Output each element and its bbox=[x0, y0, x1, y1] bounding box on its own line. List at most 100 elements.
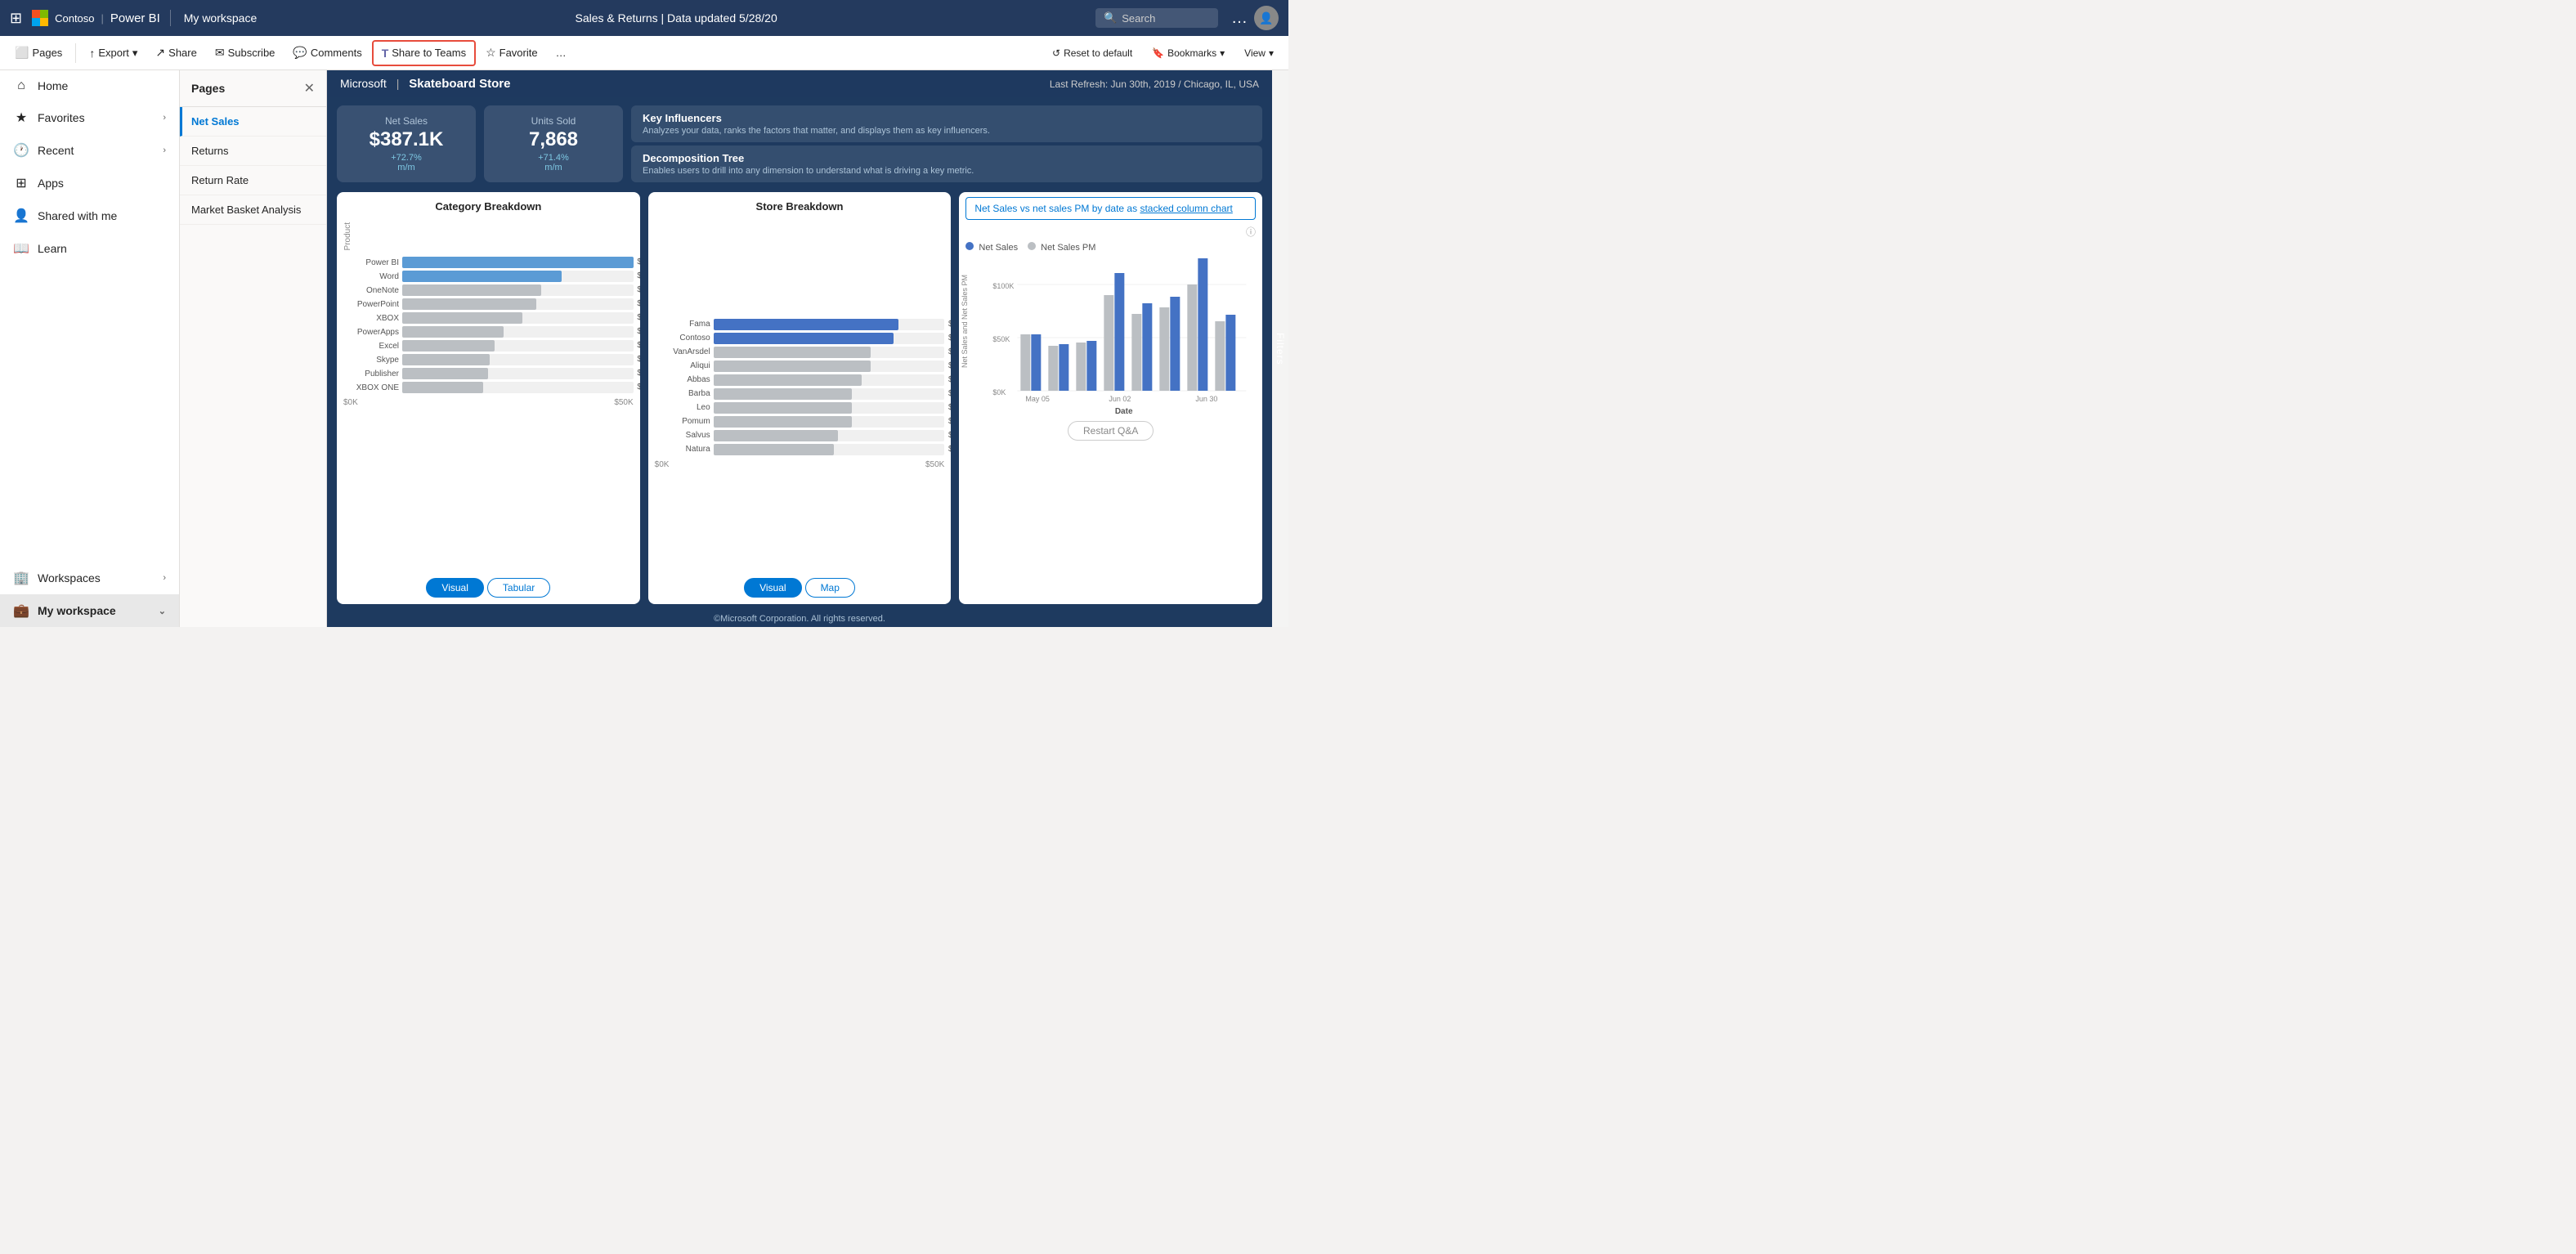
bar-outer-powerpoint: $30K bbox=[402, 298, 634, 310]
qa-chart-card: Net Sales vs net sales PM by date as sta… bbox=[959, 192, 1262, 604]
favorite-button[interactable]: ☆ Favorite bbox=[477, 40, 546, 66]
bar-fill-skype bbox=[402, 354, 490, 365]
report-header: Microsoft | Skateboard Store Last Refres… bbox=[327, 70, 1272, 97]
export-icon: ↑ bbox=[89, 47, 95, 60]
sidebar-item-home[interactable]: ⌂ Home bbox=[0, 70, 179, 101]
favorite-icon: ☆ bbox=[486, 46, 496, 60]
bar-label-onenote: OneNote bbox=[343, 286, 399, 295]
refresh-info: Last Refresh: Jun 30th, 2019 / Chicago, … bbox=[1050, 78, 1259, 90]
brand-name: Microsoft bbox=[340, 77, 387, 90]
sidebar-item-my-workspace[interactable]: 💼 My workspace ⌄ bbox=[0, 594, 179, 627]
bar-val-powerbi: $52K bbox=[637, 257, 639, 268]
cat-x-max: $50K bbox=[614, 398, 633, 407]
page-item-returns[interactable]: Returns bbox=[180, 137, 326, 166]
qa-query-box[interactable]: Net Sales vs net sales PM by date as sta… bbox=[965, 197, 1256, 220]
toolbar-more-button[interactable]: … bbox=[548, 40, 575, 66]
grid-icon[interactable]: ⊞ bbox=[10, 10, 22, 27]
avatar[interactable]: 👤 bbox=[1254, 6, 1279, 30]
report-footer: ©Microsoft Corporation. All rights reser… bbox=[327, 611, 1272, 627]
pages-close-button[interactable]: ✕ bbox=[304, 80, 315, 96]
sidebar-label-learn: Learn bbox=[38, 242, 67, 255]
export-label: Export bbox=[98, 47, 129, 59]
reset-button[interactable]: ↺ Reset to default bbox=[1044, 40, 1140, 66]
search-box[interactable]: 🔍 Search bbox=[1095, 8, 1218, 28]
kpi-units-sold[interactable]: Units Sold 7,868 +71.4% m/m bbox=[484, 105, 623, 182]
bar-val-excel: $21K bbox=[637, 340, 639, 352]
toolbar-more-icon: … bbox=[556, 47, 567, 59]
pages-button[interactable]: ⬜ Pages bbox=[7, 40, 70, 66]
store-tab-visual[interactable]: Visual bbox=[744, 578, 801, 598]
bar-val-xboxone: $18K bbox=[637, 382, 639, 393]
bar-outer-word: $36K bbox=[402, 271, 634, 282]
export-chevron: ▾ bbox=[132, 47, 138, 60]
category-breakdown-card: Category Breakdown Product Power BI $52K bbox=[337, 192, 640, 604]
bar-g3-pm bbox=[1077, 343, 1086, 391]
page-item-return-rate[interactable]: Return Rate bbox=[180, 166, 326, 195]
bar-fill-xbox bbox=[402, 312, 522, 324]
category-bars: Power BI $52K Word $36K bbox=[343, 257, 634, 570]
bar-outer-skype: $20K bbox=[402, 354, 634, 365]
qa-query-text: Net Sales vs net sales PM by date as bbox=[974, 203, 1137, 214]
workspace-name[interactable]: My workspace bbox=[184, 11, 257, 25]
sidebar-spacer bbox=[0, 265, 179, 562]
more-menu-icon[interactable]: … bbox=[1231, 9, 1248, 28]
bar-outer-natura: $26K bbox=[714, 444, 945, 455]
sidebar-item-favorites[interactable]: ★ Favorites › bbox=[0, 101, 179, 134]
qa-query-link[interactable]: stacked column chart bbox=[1140, 203, 1232, 214]
category-tab-visual[interactable]: Visual bbox=[426, 578, 483, 598]
bar-fill-powerapps bbox=[402, 326, 504, 338]
page-item-net-sales[interactable]: Net Sales bbox=[180, 107, 326, 137]
store-tab-map[interactable]: Map bbox=[805, 578, 855, 598]
store-x-max: $50K bbox=[925, 460, 944, 469]
view-button[interactable]: View ▾ bbox=[1236, 40, 1282, 66]
category-tab-tabular[interactable]: Tabular bbox=[487, 578, 550, 598]
report-brand: Microsoft | Skateboard Store bbox=[340, 77, 510, 91]
bar-fill-powerpoint bbox=[402, 298, 536, 310]
sidebar-item-recent[interactable]: 🕐 Recent › bbox=[0, 134, 179, 167]
subscribe-button[interactable]: ✉ Subscribe bbox=[207, 40, 284, 66]
bar-outer-powerbi: $52K bbox=[402, 257, 634, 268]
bar-jun02-sales bbox=[1115, 273, 1125, 391]
sidebar-label-shared: Shared with me bbox=[38, 209, 117, 222]
sidebar-item-apps[interactable]: ⊞ Apps bbox=[0, 167, 179, 199]
export-button[interactable]: ↑ Export ▾ bbox=[81, 40, 146, 66]
sidebar-item-learn[interactable]: 📖 Learn bbox=[0, 232, 179, 265]
bar-label-xbox: XBOX bbox=[343, 314, 399, 323]
bookmarks-button[interactable]: 🔖 Bookmarks ▾ bbox=[1144, 40, 1233, 66]
kpi-row: Net Sales $387.1K +72.7% m/m Units Sold … bbox=[327, 97, 1272, 186]
share-teams-label: Share to Teams bbox=[392, 47, 466, 59]
restart-qa-button[interactable]: Restart Q&A bbox=[1068, 421, 1154, 441]
sidebar-item-shared[interactable]: 👤 Shared with me bbox=[0, 199, 179, 232]
share-button[interactable]: ↗ Share bbox=[147, 40, 204, 66]
qa-legend: Net Sales Net Sales PM bbox=[959, 239, 1262, 256]
cat-x-min: $0K bbox=[343, 398, 358, 407]
decomposition-tree-card[interactable]: Decomposition Tree Enables users to dril… bbox=[631, 146, 1262, 182]
filters-panel[interactable]: Filters bbox=[1272, 70, 1288, 627]
comments-button[interactable]: 💬 Comments bbox=[284, 40, 370, 66]
store-title: Store Breakdown bbox=[648, 192, 952, 216]
toolbar-right: ↺ Reset to default 🔖 Bookmarks ▾ View ▾ bbox=[1044, 40, 1282, 66]
comments-icon: 💬 bbox=[293, 46, 307, 60]
bar-row-powerpoint: PowerPoint $30K bbox=[343, 298, 634, 310]
bar-may05-sales bbox=[1032, 334, 1042, 391]
apps-icon: ⊞ bbox=[13, 175, 29, 191]
bar-row-vanarsdel: VanArsdel $34K bbox=[655, 347, 945, 358]
share-to-teams-button[interactable]: T Share to Teams bbox=[372, 40, 476, 66]
sidebar-label-favorites: Favorites bbox=[38, 111, 85, 124]
kpi-net-sales[interactable]: Net Sales $387.1K +72.7% m/m bbox=[337, 105, 476, 182]
key-influencers-card[interactable]: Key Influencers Analyzes your data, rank… bbox=[631, 105, 1262, 142]
bar-outer-xbox: $27K bbox=[402, 312, 634, 324]
column-chart-container: Net Sales and Net Sales PM $0K $50K $100… bbox=[959, 256, 1262, 416]
y-axis-label: Net Sales and Net Sales PM bbox=[961, 256, 969, 387]
sidebar-item-workspaces[interactable]: 🏢 Workspaces › bbox=[0, 562, 179, 594]
bar-val-natura: $26K bbox=[948, 444, 951, 455]
comments-label: Comments bbox=[311, 47, 362, 59]
page-item-market-basket[interactable]: Market Basket Analysis bbox=[180, 195, 326, 225]
legend-net-sales: Net Sales bbox=[965, 242, 1018, 253]
bar-row-xbox: XBOX $27K bbox=[343, 312, 634, 324]
toolbar-sep-1 bbox=[75, 43, 76, 63]
x-axis-label: Date bbox=[992, 407, 1256, 416]
bar-outer-leo: $30K bbox=[714, 402, 945, 414]
bar-val-publisher: $19K bbox=[637, 368, 639, 379]
svg-text:Jun 02: Jun 02 bbox=[1109, 395, 1131, 403]
